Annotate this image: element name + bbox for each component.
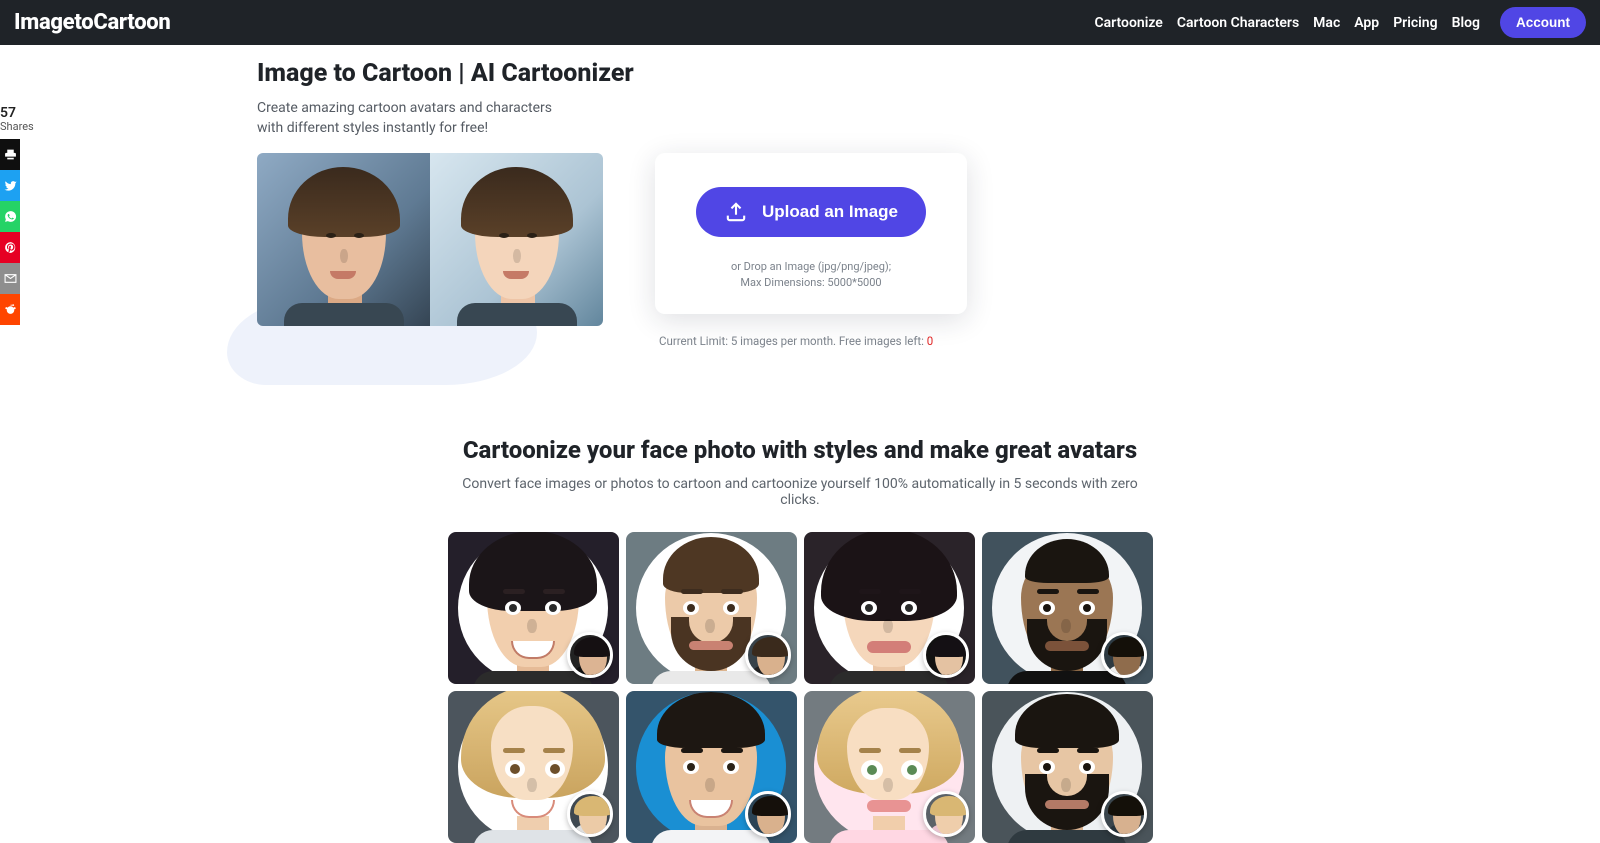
logo[interactable]: ImagetoCartoon (14, 10, 170, 35)
upload-hint-line2: Max Dimensions: 5000*5000 (675, 275, 947, 292)
usage-limit-count: 0 (927, 334, 933, 348)
avatar-style-2[interactable] (626, 532, 797, 684)
usage-limit: Current Limit: 5 images per month. Free … (659, 334, 1365, 348)
share-count: 57 Shares (0, 106, 20, 133)
before-photo (257, 153, 430, 326)
pinterest-icon[interactable] (0, 232, 20, 263)
avatar-style-3-source (923, 632, 969, 678)
share-count-label: Shares (0, 120, 34, 133)
upload-hint-line1: or Drop an Image (jpg/png/jpeg); (675, 259, 947, 276)
upload-hint: or Drop an Image (jpg/png/jpeg); Max Dim… (675, 259, 947, 292)
avatar-style-2-source (745, 632, 791, 678)
nav-cartoon-characters[interactable]: Cartoon Characters (1177, 15, 1299, 31)
reddit-icon[interactable] (0, 294, 20, 325)
avatar-style-8[interactable] (982, 691, 1153, 843)
avatar-style-5[interactable] (448, 691, 619, 843)
page-subtitle: Create amazing cartoon avatars and chara… (257, 98, 577, 139)
avatar-style-4[interactable] (982, 532, 1153, 684)
upload-zone: Upload an Image or Drop an Image (jpg/pn… (641, 153, 1365, 348)
nav-blog[interactable]: Blog (1452, 15, 1480, 31)
upload-card[interactable]: Upload an Image or Drop an Image (jpg/pn… (655, 153, 967, 314)
nav-cartoonize[interactable]: Cartoonize (1094, 15, 1162, 31)
avatars-subheading: Convert face images or photos to cartoon… (447, 476, 1153, 508)
upload-icon (724, 202, 748, 222)
print-icon[interactable] (0, 139, 20, 170)
avatar-grid (447, 532, 1153, 843)
after-cartoon (430, 153, 603, 326)
avatar-style-8-source (1101, 791, 1147, 837)
avatar-style-4-source (1101, 632, 1147, 678)
nav-pricing[interactable]: Pricing (1393, 15, 1437, 31)
upload-button-label: Upload an Image (762, 202, 898, 222)
avatar-style-6-source (745, 791, 791, 837)
nav-mac[interactable]: Mac (1313, 15, 1340, 31)
avatars-section: Cartoonize your face photo with styles a… (447, 436, 1153, 843)
primary-nav: Cartoonize Cartoon Characters Mac App Pr… (1094, 7, 1586, 38)
share-rail: 57 Shares (0, 106, 20, 325)
twitter-icon[interactable] (0, 170, 20, 201)
usage-limit-text: Current Limit: 5 images per month. Free … (659, 334, 927, 348)
avatar-style-7-source (923, 791, 969, 837)
avatar-style-6[interactable] (626, 691, 797, 843)
avatars-heading: Cartoonize your face photo with styles a… (447, 436, 1153, 464)
whatsapp-icon[interactable] (0, 201, 20, 232)
main-header: ImagetoCartoon Cartoonize Cartoon Charac… (0, 0, 1600, 45)
avatar-style-1[interactable] (448, 532, 619, 684)
share-count-number: 57 (0, 106, 20, 121)
avatar-style-3[interactable] (804, 532, 975, 684)
hero-section: Image to Cartoon | AI Cartoonizer Create… (235, 45, 1365, 348)
avatar-style-5-source (567, 791, 613, 837)
email-icon[interactable] (0, 263, 20, 294)
upload-button[interactable]: Upload an Image (696, 187, 926, 237)
before-after-preview (257, 153, 603, 326)
page-title: Image to Cartoon | AI Cartoonizer (257, 59, 1365, 88)
account-button[interactable]: Account (1500, 7, 1586, 38)
avatar-style-1-source (567, 632, 613, 678)
avatar-style-7[interactable] (804, 691, 975, 843)
nav-app[interactable]: App (1354, 15, 1379, 31)
